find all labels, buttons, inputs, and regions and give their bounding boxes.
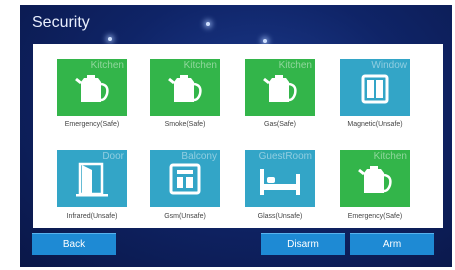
door-icon (76, 162, 108, 197)
security-screen: Security Kitchen Emergency(Safe) Kitchen (20, 5, 452, 267)
kettle-icon (168, 75, 202, 102)
sensor-caption: Emergency(Safe) (64, 121, 120, 128)
sensor-caption: Gsm(Unsafe) (164, 213, 206, 220)
arm-button[interactable]: Arm (350, 233, 434, 255)
sensor-tile-kitchen-gas[interactable]: Kitchen (245, 59, 315, 116)
sensor-caption: Gas(Safe) (264, 121, 296, 128)
window-icon (361, 74, 389, 104)
sparkle-decoration (263, 39, 267, 43)
sensor-tile-guestroom-glass[interactable]: GuestRoom (245, 150, 315, 207)
sensor-caption: Infrared(Unsafe) (66, 213, 118, 220)
sensor-caption: Magnetic(Unsafe) (347, 121, 403, 128)
sensor-tile-door-infrared[interactable]: Door (57, 150, 127, 207)
sensor-caption: Glass(Unsafe) (257, 213, 303, 220)
device-frame: Security Kitchen Emergency(Safe) Kitchen (0, 0, 455, 270)
sensor-caption: Smoke(Safe) (164, 121, 206, 128)
kettle-icon (358, 166, 392, 193)
disarm-button[interactable]: Disarm (261, 233, 345, 255)
sensor-caption: Emergency(Safe) (347, 213, 403, 220)
cabinet-icon (169, 163, 201, 195)
back-button[interactable]: Back (32, 233, 116, 255)
sensor-tile-kitchen-emergency-2[interactable]: Kitchen (340, 150, 410, 207)
kettle-icon (75, 75, 109, 102)
kettle-icon (263, 75, 297, 102)
sensor-tile-balcony-gsm[interactable]: Balcony (150, 150, 220, 207)
sensor-tile-window-magnetic[interactable]: Window (340, 59, 410, 116)
page-title: Security (32, 14, 90, 31)
sensor-panel: Kitchen Emergency(Safe) Kitchen Smoke(Sa… (33, 44, 443, 228)
sensor-tile-kitchen-smoke[interactable]: Kitchen (150, 59, 220, 116)
sparkle-decoration (206, 22, 210, 26)
sparkle-decoration (108, 37, 112, 41)
sensor-tile-kitchen-emergency[interactable]: Kitchen (57, 59, 127, 116)
bed-icon (260, 169, 300, 195)
